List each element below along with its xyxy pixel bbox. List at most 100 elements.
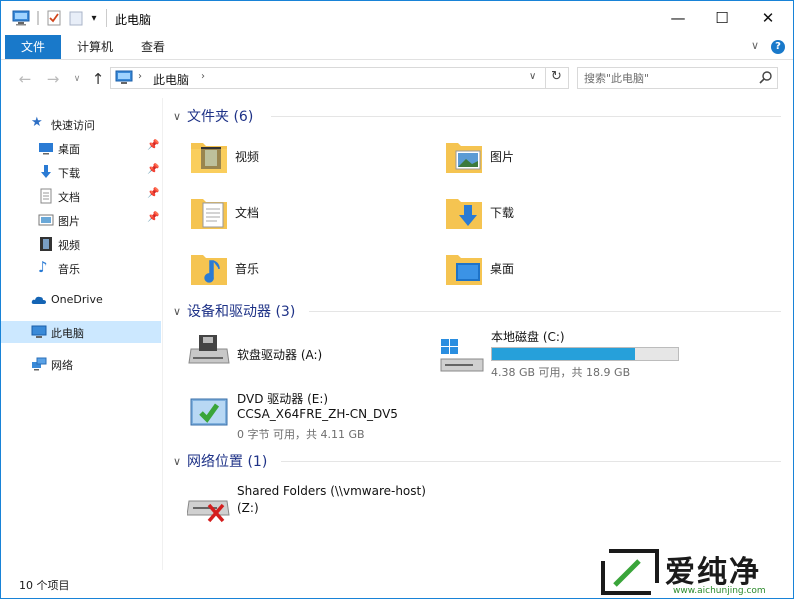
group-divider	[271, 116, 781, 117]
tab-computer[interactable]: 计算机	[63, 35, 127, 59]
nav-label: 音乐	[58, 263, 80, 276]
folder-music[interactable]: 音乐	[189, 245, 429, 293]
back-button[interactable]: ←	[15, 69, 35, 89]
disk-usage-fill	[492, 348, 636, 360]
nav-item-downloads[interactable]: 下载 📌	[1, 161, 161, 183]
drive-name: 本地磁盘 (C:)	[491, 330, 565, 344]
folder-label: 音乐	[235, 262, 260, 276]
nav-quick-access[interactable]: ★ 快速访问	[1, 113, 161, 135]
pin-icon[interactable]: 📌	[147, 164, 159, 175]
watermark-brand: 爱纯净	[665, 555, 761, 590]
drive-space: 0 字节 可用，共 4.11 GB	[237, 428, 365, 441]
search-icon[interactable]	[759, 70, 773, 87]
folder-downloads[interactable]: 下载	[444, 189, 684, 237]
star-icon: ★	[31, 115, 43, 130]
computer-icon[interactable]	[11, 9, 31, 27]
forward-button[interactable]: →	[43, 69, 63, 89]
nav-item-documents[interactable]: 文档 📌	[1, 185, 161, 207]
maximize-icon: ☐	[715, 9, 729, 27]
search-box	[577, 67, 778, 89]
download-folder-icon	[444, 193, 484, 236]
floppy-drive-icon	[187, 333, 231, 374]
minimize-icon: —	[670, 9, 686, 27]
nav-network[interactable]: 网络	[1, 353, 161, 375]
film-icon	[38, 236, 54, 252]
recent-locations-button[interactable]: ∨	[67, 69, 87, 89]
network-location-shared-folders[interactable]: Shared Folders (\\vmware-host) (Z:)	[186, 483, 487, 530]
group-title: 设备和驱动器 (3)	[187, 304, 296, 320]
pin-icon[interactable]: 📌	[147, 212, 159, 223]
help-icon[interactable]: ?	[771, 40, 785, 54]
folder-label: 桌面	[490, 262, 515, 276]
address-dropdown-icon[interactable]: ∨	[529, 71, 536, 82]
address-divider	[545, 68, 546, 88]
video-folder-icon	[189, 137, 229, 180]
explorer-window: ▾ 此电脑 — ☐ ✕ 文件 计算机 查看 ∨ ? ← → ∨ ↑ › 此电脑 …	[0, 0, 794, 599]
breadcrumb-this-pc[interactable]: 此电脑	[153, 71, 189, 88]
nav-label: 桌面	[58, 143, 80, 156]
nav-item-pictures[interactable]: 图片 📌	[1, 209, 161, 231]
customize-qa-icon[interactable]: ▾	[87, 9, 101, 27]
chevron-down-icon: ∨	[173, 109, 182, 123]
drive-name: 软盘驱动器 (A:)	[237, 348, 323, 362]
tab-file[interactable]: 文件	[5, 35, 61, 59]
pin-icon[interactable]: 📌	[147, 140, 159, 151]
group-divider	[281, 461, 781, 462]
drive-name: DVD 驱动器 (E:)	[237, 392, 329, 406]
new-folder-icon[interactable]	[67, 9, 85, 27]
title-bar: ▾ 此电脑 — ☐ ✕	[1, 1, 793, 35]
dvd-drive-icon	[187, 393, 231, 436]
address-computer-icon	[115, 70, 133, 89]
nav-label: 下载	[58, 167, 80, 180]
title-divider	[106, 9, 107, 27]
download-arrow-icon	[38, 164, 54, 180]
folder-desktop[interactable]: 桌面	[444, 245, 684, 293]
item-count: 10 个项目	[19, 579, 70, 592]
pin-icon[interactable]: 📌	[147, 188, 159, 199]
up-button[interactable]: ↑	[88, 69, 108, 89]
document-icon	[38, 188, 54, 204]
minimize-button[interactable]: —	[655, 1, 701, 35]
folder-documents[interactable]: 文档	[189, 189, 429, 237]
folder-videos[interactable]: 视频	[189, 133, 429, 181]
document-folder-icon	[189, 193, 229, 236]
computer-icon	[31, 324, 47, 340]
group-header-folders[interactable]: ∨ 文件夹 (6)	[173, 106, 253, 126]
nav-item-music[interactable]: ♪ 音乐	[1, 257, 161, 279]
drive-dvd-e[interactable]: DVD 驱动器 (E:) CCSA_X64FRE_ZH-CN_DV5 0 字节 …	[187, 389, 487, 443]
group-header-devices[interactable]: ∨ 设备和驱动器 (3)	[173, 301, 295, 321]
address-bar[interactable]: › 此电脑 › ∨ ↻	[110, 67, 569, 89]
drive-space: 4.38 GB 可用，共 18.9 GB	[491, 366, 631, 379]
nav-onedrive[interactable]: OneDrive	[1, 289, 161, 311]
group-divider	[309, 311, 781, 312]
folder-label: 下载	[490, 206, 515, 220]
nav-item-desktop[interactable]: 桌面 📌	[1, 137, 161, 159]
chevron-down-icon: ∨	[173, 454, 182, 468]
group-header-network[interactable]: ∨ 网络位置 (1)	[173, 451, 267, 471]
group-title: 文件夹 (6)	[187, 109, 254, 125]
breadcrumb-chevron-icon[interactable]: ›	[201, 71, 205, 82]
network-icon	[31, 356, 47, 372]
nav-item-videos[interactable]: 视频	[1, 233, 161, 255]
picture-folder-icon	[444, 137, 484, 180]
ribbon-expand-icon[interactable]: ∨	[751, 39, 759, 52]
breadcrumb-chevron-icon[interactable]: ›	[138, 71, 142, 82]
properties-icon[interactable]	[45, 9, 63, 27]
maximize-button[interactable]: ☐	[699, 1, 745, 35]
nav-label: 图片	[58, 215, 80, 228]
disconnected-network-drive-icon	[186, 487, 233, 530]
window-title: 此电脑	[115, 13, 152, 27]
nav-label: 视频	[58, 239, 80, 252]
folder-label: 图片	[490, 150, 515, 164]
tab-view[interactable]: 查看	[127, 35, 179, 59]
close-button[interactable]: ✕	[745, 1, 791, 35]
nav-this-pc[interactable]: 此电脑	[1, 321, 161, 343]
folder-pictures[interactable]: 图片	[444, 133, 684, 181]
watermark-url: www.aichunjing.com	[673, 586, 766, 596]
search-input[interactable]	[584, 70, 754, 86]
nav-label: 文档	[58, 191, 80, 204]
chevron-down-icon: ∨	[173, 304, 182, 318]
drive-floppy[interactable]: 软盘驱动器 (A:)	[187, 331, 427, 375]
refresh-icon[interactable]: ↻	[551, 69, 562, 84]
desktop-folder-icon	[444, 249, 484, 292]
